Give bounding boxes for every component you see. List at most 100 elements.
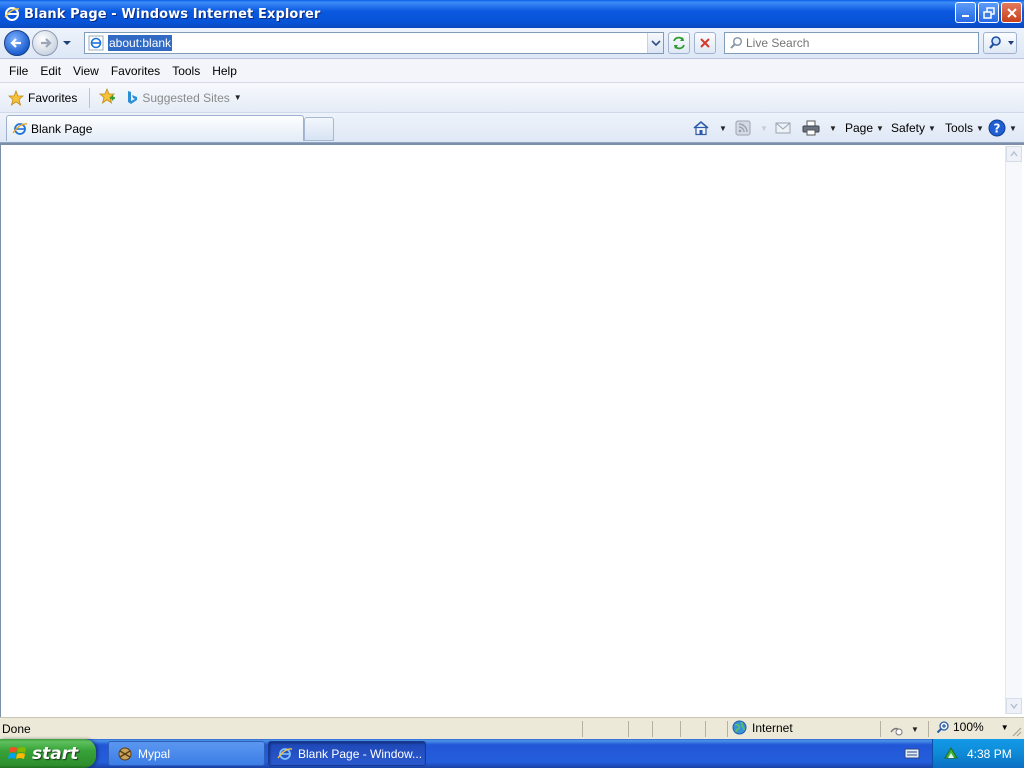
stop-button[interactable] bbox=[694, 32, 716, 54]
search-options-chevron-icon[interactable] bbox=[1006, 39, 1016, 47]
menu-favorites[interactable]: Favorites bbox=[105, 62, 166, 80]
zoom-level: 100% bbox=[953, 720, 984, 734]
stop-icon bbox=[700, 38, 710, 48]
favorites-separator bbox=[89, 87, 91, 108]
status-divider bbox=[582, 721, 583, 737]
keyboard-language-icon[interactable] bbox=[904, 746, 920, 760]
feeds-dropdown-icon[interactable]: ▼ bbox=[760, 124, 768, 133]
page-menu-button[interactable]: Page ▼ bbox=[845, 117, 884, 139]
home-icon bbox=[693, 120, 709, 136]
clock[interactable]: 4:38 PM bbox=[967, 747, 1012, 761]
menu-edit[interactable]: Edit bbox=[34, 62, 67, 80]
zoom-control[interactable]: 100% ▼ bbox=[936, 720, 1009, 734]
favorites-button[interactable]: Favorites bbox=[6, 88, 79, 108]
suggested-sites-dropdown-icon: ▼ bbox=[233, 93, 242, 102]
favorites-star-icon bbox=[8, 89, 24, 106]
taskbar-item-mypal[interactable]: Mypal bbox=[108, 741, 265, 766]
safety-menu-button[interactable]: Safety ▼ bbox=[891, 117, 936, 139]
scroll-down-button[interactable] bbox=[1006, 698, 1022, 714]
taskbar-item-internet-explorer[interactable]: Blank Page - Window... bbox=[268, 741, 426, 766]
taskbar-item-label: Blank Page - Window... bbox=[298, 746, 423, 761]
ie-page-icon bbox=[12, 122, 28, 135]
favorites-label: Favorites bbox=[28, 90, 78, 105]
menu-help[interactable]: Help bbox=[206, 62, 243, 80]
rss-feed-icon bbox=[735, 120, 751, 136]
page-icon bbox=[88, 35, 104, 51]
vertical-scrollbar[interactable] bbox=[1005, 146, 1022, 714]
svg-text:?: ? bbox=[994, 122, 1001, 136]
menu-tools[interactable]: Tools bbox=[166, 62, 206, 80]
home-button[interactable]: ▼ bbox=[692, 117, 727, 139]
help-dropdown-icon[interactable]: ▼ bbox=[1009, 124, 1017, 133]
recent-pages-dropdown-icon[interactable] bbox=[61, 38, 73, 48]
page-menu-caret-icon: ▼ bbox=[876, 123, 884, 133]
tab-row: Blank Page ▼ ▼ ▼ Page ▼ Safety ▼ Tools ▼… bbox=[0, 113, 1024, 143]
system-tray: 4:38 PM bbox=[932, 739, 1024, 768]
search-input[interactable] bbox=[746, 36, 966, 50]
read-mail-button[interactable] bbox=[775, 117, 791, 139]
menu-bar: File Edit View Favorites Tools Help bbox=[0, 59, 1024, 83]
title-bar[interactable]: Blank Page - Windows Internet Explorer bbox=[0, 0, 1024, 28]
windows-logo-icon bbox=[8, 746, 26, 759]
search-box[interactable] bbox=[724, 32, 979, 54]
suggested-sites-label: Suggested Sites bbox=[142, 90, 230, 105]
resize-grip-icon[interactable] bbox=[1010, 725, 1022, 737]
forward-button[interactable] bbox=[32, 30, 58, 56]
window-title: Blank Page - Windows Internet Explorer bbox=[24, 6, 321, 22]
printer-icon bbox=[802, 120, 820, 136]
network-icon bbox=[890, 727, 903, 736]
back-arrow-icon bbox=[10, 38, 21, 48]
status-divider bbox=[727, 721, 728, 737]
ie-logo-icon bbox=[4, 7, 20, 21]
status-divider bbox=[680, 721, 681, 737]
home-dropdown-icon[interactable]: ▼ bbox=[719, 124, 727, 133]
safety-menu-caret-icon: ▼ bbox=[928, 123, 936, 133]
scroll-down-arrow-icon bbox=[1010, 703, 1018, 709]
page-content[interactable] bbox=[0, 143, 1024, 717]
navigation-bar: about:blank bbox=[0, 28, 1024, 59]
security-zone[interactable]: Internet bbox=[732, 720, 793, 735]
status-divider bbox=[628, 721, 629, 737]
magnifier-icon bbox=[989, 36, 1001, 49]
zone-label: Internet bbox=[752, 720, 793, 735]
tab-label: Blank Page bbox=[31, 121, 93, 136]
zoom-dropdown-icon[interactable]: ▼ bbox=[1001, 723, 1009, 732]
taskbar: start Mypal Blank Page - Window... 4:38 … bbox=[0, 739, 1024, 768]
tab-blank-page[interactable]: Blank Page bbox=[6, 115, 304, 141]
back-button[interactable] bbox=[4, 30, 30, 56]
close-button[interactable] bbox=[1001, 2, 1022, 23]
menu-file[interactable]: File bbox=[3, 62, 34, 80]
status-divider bbox=[928, 721, 929, 737]
scroll-up-arrow-icon bbox=[1010, 151, 1018, 157]
minimize-button[interactable] bbox=[955, 2, 976, 23]
scroll-up-button[interactable] bbox=[1006, 146, 1022, 162]
forward-arrow-icon bbox=[41, 38, 52, 48]
tools-menu-button[interactable]: Tools ▼ bbox=[945, 117, 984, 139]
feeds-button[interactable]: ▼ bbox=[735, 117, 768, 139]
refresh-icon bbox=[673, 36, 685, 50]
mail-icon bbox=[775, 122, 791, 134]
protected-mode-button[interactable]: ▼ bbox=[888, 718, 919, 740]
globe-icon bbox=[732, 720, 747, 735]
suggested-sites-button[interactable]: Suggested Sites ▼ bbox=[126, 90, 242, 106]
address-url[interactable]: about:blank bbox=[108, 35, 173, 51]
print-button[interactable]: ▼ bbox=[802, 117, 837, 139]
ie-app-icon bbox=[277, 747, 293, 760]
address-dropdown-button[interactable] bbox=[647, 33, 663, 53]
menu-view[interactable]: View bbox=[67, 62, 105, 80]
start-button[interactable]: start bbox=[0, 739, 96, 768]
minimize-icon bbox=[961, 14, 969, 17]
add-to-favorites-bar-button[interactable] bbox=[98, 87, 116, 107]
status-divider bbox=[652, 721, 653, 737]
refresh-button[interactable] bbox=[668, 32, 690, 54]
restore-button[interactable] bbox=[978, 2, 999, 23]
zoom-icon bbox=[936, 721, 949, 734]
search-go-button[interactable] bbox=[983, 32, 1017, 54]
print-dropdown-icon[interactable]: ▼ bbox=[829, 124, 837, 133]
address-bar[interactable]: about:blank bbox=[84, 32, 664, 54]
chevron-down-icon bbox=[650, 40, 661, 47]
new-tab-button[interactable] bbox=[304, 117, 334, 141]
status-text: Done bbox=[2, 721, 31, 736]
network-tray-icon[interactable] bbox=[943, 746, 959, 762]
help-button[interactable]: ? ▼ bbox=[988, 117, 1017, 139]
